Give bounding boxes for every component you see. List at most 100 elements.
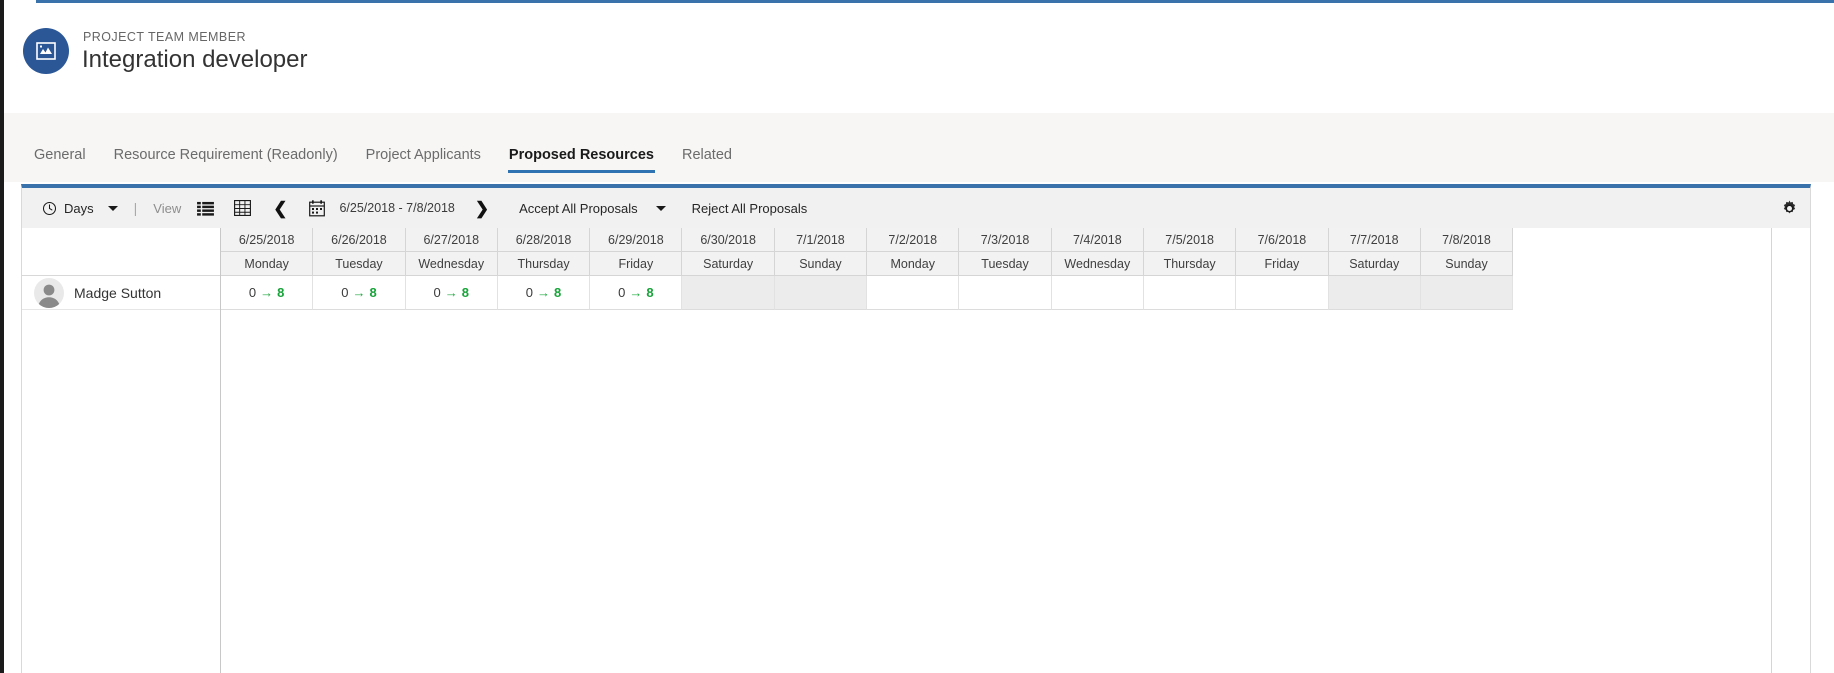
- resource-column-header: [22, 228, 220, 276]
- timeline-date-header-cell: 6/27/2018: [405, 228, 498, 252]
- chevron-left-icon: ❮: [273, 198, 288, 218]
- allocation-to: 8: [646, 285, 654, 300]
- timeline-date-header-cell: 7/1/2018: [774, 228, 868, 252]
- timeline-allocation-cell[interactable]: [867, 276, 960, 310]
- scale-label: Days: [64, 200, 94, 216]
- allocation-to: 8: [554, 285, 562, 300]
- scale-selector[interactable]: Days: [42, 188, 94, 228]
- timeline-date-header-cell: 6/29/2018: [590, 228, 683, 252]
- timeline-allocation-cell[interactable]: 0 → 8: [590, 276, 683, 310]
- list-view-button[interactable]: [197, 188, 215, 228]
- arrow-right-icon: →: [260, 285, 274, 300]
- timeline-data-rows: 0 → 8 0 → 8 0 → 8 0 → 8 0 → 8: [221, 276, 1771, 310]
- date-range-label: 6/25/2018 - 7/8/2018: [339, 201, 455, 215]
- grid-view-icon: [234, 200, 252, 216]
- timeline-day-header-cell: Tuesday: [959, 252, 1052, 276]
- tab-project-applicants[interactable]: Project Applicants: [352, 138, 495, 166]
- record-header: PROJECT TEAM MEMBER Integration develope…: [4, 3, 1834, 113]
- accept-all-proposals-dropdown[interactable]: [655, 188, 666, 228]
- gear-icon: [1781, 199, 1798, 217]
- timeline-allocation-cell[interactable]: [1236, 276, 1329, 310]
- allocation-to: 8: [461, 285, 469, 300]
- chevron-right-icon: ❯: [474, 198, 490, 218]
- allocation-from: 0: [525, 285, 534, 300]
- timeline-day-header-cell: Saturday: [1328, 252, 1421, 276]
- scale-dropdown-button[interactable]: [107, 188, 118, 228]
- timeline-day-header-cell: Monday: [867, 252, 960, 276]
- accept-all-proposals-label: Accept All Proposals: [519, 200, 638, 216]
- arrow-right-icon: →: [444, 285, 458, 300]
- list-view-icon: [197, 201, 215, 216]
- tab-related[interactable]: Related: [668, 138, 746, 166]
- timeline-date-header-cell: 7/5/2018: [1143, 228, 1237, 252]
- arrow-right-icon: →: [629, 285, 643, 300]
- reject-all-proposals-button[interactable]: Reject All Proposals: [692, 188, 808, 228]
- timeline-right-padding: [1771, 228, 1810, 673]
- scheduler-grid: Madge Sutton 6/25/2018 6/26/2018 6/27/2018…: [22, 228, 1810, 673]
- avatar: [34, 277, 64, 308]
- timeline-allocation-cell[interactable]: 0 → 8: [497, 276, 591, 310]
- timeline-allocation-cell[interactable]: [682, 276, 775, 310]
- calendar-icon: [309, 199, 326, 217]
- tab-general[interactable]: General: [20, 138, 100, 166]
- timeline-day-header-cell: Monday: [221, 252, 314, 276]
- scheduler-panel: Days | View ❮ 6/25/2018 - 7/8/2018 ❯ Acc…: [21, 184, 1811, 673]
- scheduler-settings-button[interactable]: [1781, 199, 1798, 217]
- tab-resource-requirement-readonly[interactable]: Resource Requirement (Readonly): [100, 138, 352, 166]
- timeline-allocation-cell[interactable]: [1143, 276, 1237, 310]
- timeline-allocation-cell[interactable]: [1420, 276, 1514, 310]
- timeline-date-header-cell: 7/6/2018: [1236, 228, 1329, 252]
- timeline-date-header-cell: 6/25/2018: [221, 228, 314, 252]
- tab-proposed-resources[interactable]: Proposed Resources: [495, 138, 668, 173]
- timeline-allocation-cell[interactable]: 0 → 8: [405, 276, 498, 310]
- timeline-day-header-cell: Thursday: [1143, 252, 1237, 276]
- timeline-allocation-cell[interactable]: [959, 276, 1052, 310]
- chevron-down-icon: [655, 205, 666, 211]
- grid-view-button[interactable]: [234, 188, 252, 228]
- timeline-date-header-row: 6/25/2018 6/26/2018 6/27/2018 6/28/2018 6/29…: [221, 228, 1771, 252]
- date-picker-button[interactable]: [309, 188, 326, 228]
- timeline-date-header-cell: 6/26/2018: [313, 228, 406, 252]
- timeline-date-header-cell: 7/7/2018: [1328, 228, 1421, 252]
- timeline-day-header-cell: Thursday: [497, 252, 591, 276]
- next-period-button[interactable]: ❯: [475, 188, 489, 228]
- timeline-date-header-cell: 7/8/2018: [1420, 228, 1514, 252]
- timeline-allocation-cell[interactable]: [1051, 276, 1144, 310]
- allocation-to: 8: [369, 285, 377, 300]
- timeline-day-header-cell: Wednesday: [405, 252, 498, 276]
- timeline-allocation-cell[interactable]: 0 → 8: [221, 276, 314, 310]
- timeline-data-row: 0 → 8 0 → 8 0 → 8 0 → 8 0 → 8: [221, 276, 1771, 310]
- timeline-day-header-cell: Wednesday: [1051, 252, 1144, 276]
- timeline-date-header-cell: 7/2/2018: [867, 228, 960, 252]
- arrow-right-icon: →: [352, 285, 366, 300]
- clock-icon: [42, 201, 57, 216]
- timeline-date-header-cell: 6/30/2018: [682, 228, 775, 252]
- timeline-day-header-cell: Friday: [590, 252, 683, 276]
- timeline-allocation-cell[interactable]: 0 → 8: [313, 276, 406, 310]
- view-label: View: [153, 200, 182, 216]
- timeline-date-header-cell: 7/3/2018: [959, 228, 1052, 252]
- prev-period-button[interactable]: ❮: [273, 188, 287, 228]
- timeline-day-header-row: Monday Tuesday Wednesday Thursday Friday Satu…: [221, 252, 1771, 276]
- app-root: PROJECT TEAM MEMBER Integration develope…: [0, 0, 1834, 673]
- chevron-down-icon: [107, 205, 118, 211]
- timeline-body-filler: [221, 310, 1771, 673]
- timeline-day-header-cell: Friday: [1236, 252, 1329, 276]
- timeline-allocation-cell[interactable]: [1328, 276, 1421, 310]
- toolbar-separator: |: [133, 200, 138, 216]
- reject-all-proposals-label: Reject All Proposals: [691, 200, 808, 216]
- allocation-to: 8: [277, 285, 285, 300]
- allocation-from: 0: [433, 285, 441, 300]
- resource-row[interactable]: Madge Sutton: [22, 276, 220, 310]
- timeline-allocation-cell[interactable]: [774, 276, 868, 310]
- timeline-date-header-cell: 7/4/2018: [1051, 228, 1144, 252]
- entity-type-label: PROJECT TEAM MEMBER: [83, 30, 246, 44]
- timeline-day-header-cell: Sunday: [774, 252, 868, 276]
- scheduler-toolbar: Days | View ❮ 6/25/2018 - 7/8/2018 ❯ Acc…: [22, 188, 1810, 228]
- timeline-day-header-cell: Saturday: [682, 252, 775, 276]
- timeline-area: 6/25/2018 6/26/2018 6/27/2018 6/28/2018 6/29…: [221, 228, 1810, 673]
- project-team-member-icon: [23, 28, 69, 74]
- accept-all-proposals-button[interactable]: Accept All Proposals: [519, 188, 638, 228]
- resource-name: Madge Sutton: [74, 284, 162, 301]
- timeline-date-header-cell: 6/28/2018: [497, 228, 591, 252]
